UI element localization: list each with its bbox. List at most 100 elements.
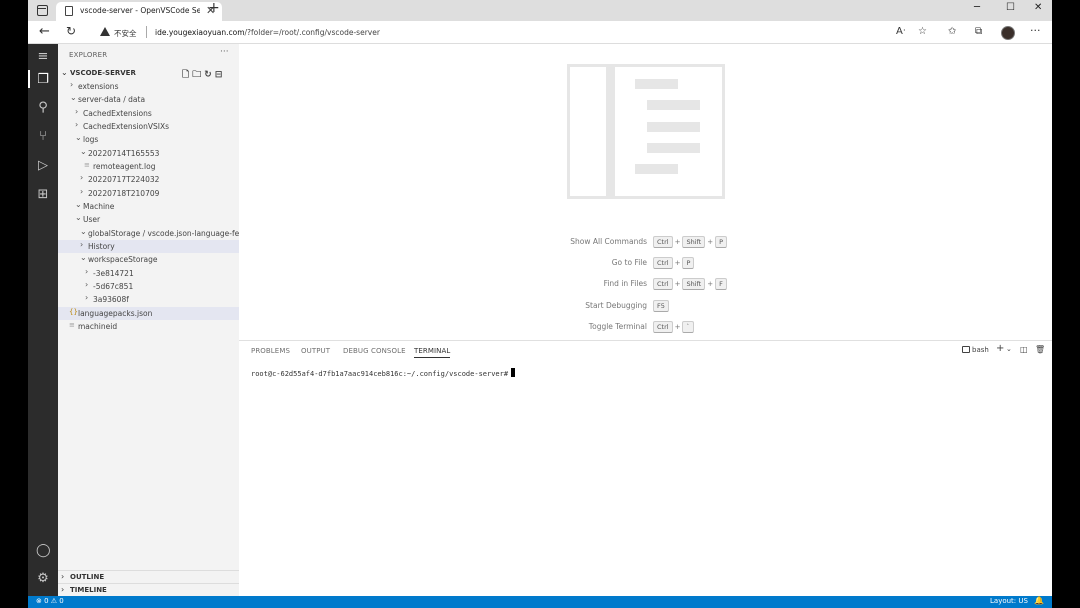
tree-item-label: extensions <box>78 82 119 91</box>
url-field[interactable]: ide.yougexiaoyuan.com/?folder=/root/.con… <box>155 28 380 37</box>
new-terminal-icon[interactable]: + <box>996 343 1004 354</box>
tree-item[interactable]: ⌄ Machine <box>58 200 239 213</box>
maximize-button[interactable]: ☐ <box>1006 2 1015 13</box>
collapse-all-icon[interactable]: ⊟ <box>215 70 226 80</box>
tree-item-label: -5d67c851 <box>93 281 134 291</box>
watermark-line <box>635 79 678 89</box>
refresh-icon[interactable]: ↻ <box>204 70 215 80</box>
source-control-icon[interactable]: ⑂ <box>36 130 50 144</box>
shortcut-row: Show All Commands Ctrl + Shift + P <box>239 236 1052 249</box>
tree-item[interactable]: {} languagepacks.json <box>58 306 239 320</box>
warning-icon[interactable] <box>100 27 110 36</box>
shortcut-keys: F5 <box>653 300 669 312</box>
terminal-cursor <box>511 368 516 377</box>
tree-item-label: -3e814721 <box>93 268 134 278</box>
tree-item[interactable]: › History <box>58 239 239 253</box>
reload-icon[interactable]: ↻ <box>66 24 76 38</box>
new-file-icon[interactable]: 🗋 <box>182 70 192 80</box>
keybinding-key: P <box>715 236 728 248</box>
new-tab-button[interactable]: + <box>208 0 220 16</box>
tree-item[interactable]: ⌄ workspaceStorage <box>58 253 239 266</box>
terminal-output[interactable]: root@c-62d55af4-d7fb1a7aac914ceb816c:~/.… <box>251 368 516 378</box>
search-icon[interactable]: ⚲ <box>36 101 50 115</box>
chevron-right-icon: › <box>61 572 65 581</box>
file-icon: ≡ <box>69 320 75 329</box>
terminal-selector[interactable]: bash <box>962 345 989 354</box>
terminal-name: bash <box>972 346 989 354</box>
tree-item[interactable]: ⌄ server-data / data <box>58 93 239 106</box>
tree-item-label: User <box>83 215 101 225</box>
browser-tab[interactable]: vscode-server - OpenVSCode Se ✕ <box>56 2 222 21</box>
add-favorite-icon[interactable]: ☆ <box>918 26 927 37</box>
tree-item[interactable]: › CachedExtensions <box>58 107 239 120</box>
extensions-icon[interactable]: ⊞ <box>36 188 50 202</box>
tree-item[interactable]: ≡ machineid <box>58 320 239 333</box>
account-icon[interactable]: ◯ <box>36 544 51 558</box>
more-icon[interactable]: ··· <box>1030 24 1041 37</box>
watermark-line <box>647 143 700 153</box>
close-window-button[interactable]: ✕ <box>1034 2 1042 13</box>
tab-terminal[interactable]: TERMINAL <box>414 347 451 358</box>
key-plus: + <box>674 238 681 246</box>
tree-item[interactable]: ⌄ 20220714T165553 <box>58 147 239 160</box>
menu-icon[interactable]: ≡ <box>36 50 50 64</box>
keybinding-key: Shift <box>682 278 706 290</box>
tree-item[interactable]: › -5d67c851 <box>58 280 239 293</box>
settings-gear-icon[interactable]: ⚙ <box>36 572 50 586</box>
terminal-panel: PROBLEMS OUTPUT DEBUG CONSOLE TERMINAL b… <box>239 340 1052 596</box>
back-arrow-icon[interactable]: ← <box>39 24 50 39</box>
chevron-down-icon: ⌄ <box>75 213 82 223</box>
tree-item[interactable]: › 3a93608f <box>58 293 239 306</box>
tab-problems[interactable]: PROBLEMS <box>251 347 290 355</box>
keybinding-key: Shift <box>682 236 706 248</box>
keybinding-key: Ctrl <box>653 278 673 290</box>
browser-window: vscode-server - OpenVSCode Se ✕ + ─ ☐ ✕ … <box>28 0 1052 608</box>
tab-actions-icon[interactable] <box>37 5 48 16</box>
tree-item-label: 3a93608f <box>93 295 129 305</box>
tab-debug-console[interactable]: DEBUG CONSOLE <box>343 347 406 355</box>
tree-item[interactable]: ⌄ globalStorage / vscode.json-language-fe… <box>58 227 251 240</box>
outline-section-header[interactable]: › OUTLINE <box>58 570 239 583</box>
keybinding-key: F <box>715 278 727 290</box>
url-host: ide.yougexiaoyuan.com <box>155 28 245 37</box>
chevron-right-icon: › <box>61 585 65 594</box>
tree-item[interactable]: › extensions <box>58 80 239 93</box>
tree-item[interactable]: ⌄ User <box>58 213 239 226</box>
notifications-bell-icon[interactable]: 🔔 <box>1034 596 1044 605</box>
chevron-down-icon: ⌄ <box>80 253 87 263</box>
trash-icon[interactable]: 🗑 <box>1035 345 1045 354</box>
run-debug-icon[interactable]: ▷ <box>36 159 50 173</box>
tree-item[interactable]: › CachedExtensionVSIXs <box>58 120 239 133</box>
tree-item[interactable]: › 20220718T210709 <box>58 187 239 200</box>
chevron-down-icon[interactable]: ⌄ <box>1006 345 1012 353</box>
explorer-more-icon[interactable]: ··· <box>220 47 229 57</box>
root-folder-header[interactable]: ⌄ VSCODE-SERVER 🗋🗀↻⊟ <box>58 67 239 80</box>
maximize-panel-icon[interactable]: ⌃ <box>1051 345 1052 354</box>
explorer-icon[interactable]: ❐ <box>36 73 50 87</box>
read-aloud-icon[interactable]: Aᐧ <box>896 26 905 37</box>
problems-status[interactable]: ⊗ 0 ⚠ 0 <box>36 597 64 605</box>
timeline-section-header[interactable]: › TIMELINE <box>58 583 239 596</box>
tree-item[interactable]: › 20220717T224032 <box>58 173 239 186</box>
watermark-left-panel <box>570 67 615 196</box>
editor-area[interactable]: Show All Commands Ctrl + Shift + P Go to File C… <box>239 44 1052 340</box>
keyboard-layout-status[interactable]: Layout: US <box>990 597 1028 605</box>
chevron-down-icon: ⌄ <box>80 146 87 156</box>
watermark-line <box>635 164 678 174</box>
tree-item[interactable]: ≡ remoteagent.log <box>58 160 239 173</box>
minimize-button[interactable]: ─ <box>974 2 980 13</box>
address-separator <box>146 26 147 38</box>
favorites-icon[interactable]: ✩ <box>948 26 956 37</box>
tab-output[interactable]: OUTPUT <box>301 347 330 355</box>
security-status[interactable]: 不安全 <box>114 28 137 39</box>
new-folder-icon[interactable]: 🗀 <box>192 70 204 80</box>
chevron-right-icon: › <box>85 266 89 276</box>
chevron-right-icon: › <box>80 173 84 183</box>
shortcut-row: Go to File Ctrl + P <box>239 257 1052 270</box>
tree-item[interactable]: › -3e814721 <box>58 267 239 280</box>
shortcut-label: Start Debugging <box>585 301 647 310</box>
tree-item[interactable]: ⌄ logs <box>58 133 239 146</box>
collections-icon[interactable]: ⧉ <box>975 26 982 37</box>
profile-avatar[interactable] <box>1001 26 1015 40</box>
split-terminal-icon[interactable]: ◫ <box>1020 345 1028 354</box>
